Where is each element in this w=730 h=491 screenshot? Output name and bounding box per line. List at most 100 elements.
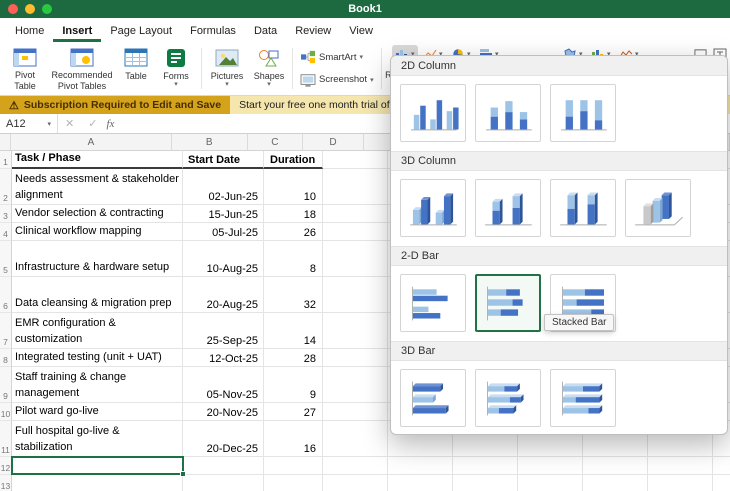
illustrations-group: SmartArt ▾ Screenshot ▾ — [296, 44, 378, 93]
cell-c3[interactable]: 18 — [264, 205, 323, 223]
tab-review[interactable]: Review — [286, 21, 340, 42]
cancel-entry-icon[interactable]: ✕ — [65, 117, 74, 130]
table-button[interactable]: Table — [118, 44, 154, 93]
cell-b5[interactable]: 10-Aug-25 — [183, 241, 264, 277]
column-header-b[interactable]: B — [172, 134, 248, 150]
cell-a4[interactable]: Clinical workflow mapping — [12, 223, 183, 241]
chart-thumb-stacked-bar[interactable] — [475, 274, 541, 332]
column-header-a[interactable]: A — [11, 134, 171, 150]
insert-function-button[interactable]: fx — [106, 118, 114, 130]
cell-b4[interactable]: 05-Jul-25 — [183, 223, 264, 241]
close-window-button[interactable] — [8, 4, 18, 14]
cell-b8[interactable]: 12-Oct-25 — [183, 349, 264, 367]
row-number[interactable]: 1 — [0, 151, 12, 169]
cell-c9[interactable]: 9 — [264, 367, 323, 403]
cell-b13[interactable] — [183, 475, 264, 491]
chart-thumb-3d-clustered-bar[interactable] — [400, 369, 466, 427]
forms-button[interactable]: Forms ▾ — [154, 44, 198, 93]
column-header-d[interactable]: D — [303, 134, 364, 150]
pictures-button[interactable]: Pictures ▾ — [205, 44, 249, 93]
cell-a9[interactable]: Staff training & change management — [12, 367, 183, 403]
cell-b2[interactable]: 02-Jun-25 — [183, 169, 264, 205]
cell-b10[interactable]: 20-Nov-25 — [183, 403, 264, 421]
row-number[interactable]: 2 — [0, 169, 12, 205]
chevron-down-icon: ▾ — [370, 76, 374, 84]
row-number[interactable]: 11 — [0, 421, 12, 457]
cell-a3[interactable]: Vendor selection & contracting — [12, 205, 183, 223]
chevron-down-icon: ▾ — [359, 53, 363, 61]
row-number[interactable]: 5 — [0, 241, 12, 277]
chart-thumb-3d-column[interactable] — [625, 179, 691, 237]
tab-formulas[interactable]: Formulas — [181, 21, 245, 42]
selected-cell[interactable] — [11, 456, 184, 475]
row-number[interactable]: 10 — [0, 403, 12, 421]
confirm-entry-icon[interactable]: ✓ — [88, 117, 97, 130]
cell-c1[interactable]: Duration — [264, 151, 323, 169]
cell-c6[interactable]: 32 — [264, 277, 323, 313]
empty-cells[interactable] — [323, 475, 730, 491]
tab-home[interactable]: Home — [6, 21, 53, 42]
section-title: 3D Column — [401, 155, 456, 167]
cell-c5[interactable]: 8 — [264, 241, 323, 277]
row-number[interactable]: 7 — [0, 313, 12, 349]
tab-page-layout[interactable]: Page Layout — [101, 21, 181, 42]
tab-data[interactable]: Data — [245, 21, 286, 42]
row-number[interactable]: 6 — [0, 277, 12, 313]
cell-b3[interactable]: 15-Jun-25 — [183, 205, 264, 223]
chart-type-dropdown: 2D Column 3D Column — [390, 55, 728, 435]
row-number[interactable]: 8 — [0, 349, 12, 367]
cell-b1[interactable]: Start Date — [183, 151, 264, 169]
minimize-window-button[interactable] — [25, 4, 35, 14]
chart-thumb-stacked-column[interactable] — [475, 84, 541, 142]
fullscreen-window-button[interactable] — [42, 4, 52, 14]
empty-cells[interactable] — [323, 457, 730, 475]
cell-c11[interactable]: 16 — [264, 421, 323, 457]
cell-c10[interactable]: 27 — [264, 403, 323, 421]
cell-c13[interactable] — [264, 475, 323, 491]
chart-thumb-clustered-column[interactable] — [400, 84, 466, 142]
smartart-button[interactable]: SmartArt ▾ — [298, 49, 376, 65]
row-number[interactable]: 4 — [0, 223, 12, 241]
sheet-row: 13 — [0, 475, 730, 491]
cell-a13[interactable] — [12, 475, 183, 491]
cell-b6[interactable]: 20-Aug-25 — [183, 277, 264, 313]
name-box[interactable]: A12 ▾ — [0, 114, 58, 133]
cell-c7[interactable]: 14 — [264, 313, 323, 349]
chart-thumb-clustered-bar[interactable] — [400, 274, 466, 332]
cell-a2[interactable]: Needs assessment & stakeholder alignment — [12, 169, 183, 205]
chart-thumb-3d-clustered-column[interactable] — [400, 179, 466, 237]
row-number[interactable]: 9 — [0, 367, 12, 403]
column-header-c[interactable]: C — [248, 134, 303, 150]
cell-b12[interactable] — [183, 457, 264, 475]
cell-c2[interactable]: 10 — [264, 169, 323, 205]
cell-a11[interactable]: Full hospital go-live & stabilization — [12, 421, 183, 457]
shapes-button[interactable]: Shapes ▾ — [249, 44, 289, 93]
cell-b9[interactable]: 05-Nov-25 — [183, 367, 264, 403]
chart-thumb-3d-stacked-column[interactable] — [475, 179, 541, 237]
cell-b7[interactable]: 25-Sep-25 — [183, 313, 264, 349]
tab-view[interactable]: View — [340, 21, 382, 42]
cell-a10[interactable]: Pilot ward go-live — [12, 403, 183, 421]
select-all-corner[interactable] — [0, 134, 11, 150]
cell-c4[interactable]: 26 — [264, 223, 323, 241]
cell-a6[interactable]: Data cleansing & migration prep — [12, 277, 183, 313]
cell-c12[interactable] — [264, 457, 323, 475]
pivot-table-button[interactable]: Pivot Table — [4, 44, 46, 93]
cell-a5[interactable]: Infrastructure & hardware setup — [12, 241, 183, 277]
cell-b11[interactable]: 20-Dec-25 — [183, 421, 264, 457]
chart-thumb-3d-100-stacked-column[interactable] — [550, 179, 616, 237]
row-number[interactable]: 3 — [0, 205, 12, 223]
screenshot-icon — [300, 73, 316, 87]
row-number[interactable]: 13 — [0, 475, 12, 491]
tab-insert[interactable]: Insert — [53, 21, 101, 42]
chart-thumb-100-stacked-column[interactable] — [550, 84, 616, 142]
cell-a8[interactable]: Integrated testing (unit + UAT) — [12, 349, 183, 367]
chart-thumb-3d-stacked-bar[interactable] — [475, 369, 541, 427]
screenshot-button[interactable]: Screenshot ▾ — [298, 72, 376, 88]
fill-handle[interactable] — [180, 471, 186, 477]
cell-c8[interactable]: 28 — [264, 349, 323, 367]
cell-a1[interactable]: Task / Phase — [12, 151, 183, 169]
cell-a7[interactable]: EMR configuration & customization — [12, 313, 183, 349]
recommended-pivot-tables-button[interactable]: Recommended Pivot Tables — [46, 44, 118, 93]
chart-thumb-3d-100-stacked-bar[interactable] — [550, 369, 616, 427]
